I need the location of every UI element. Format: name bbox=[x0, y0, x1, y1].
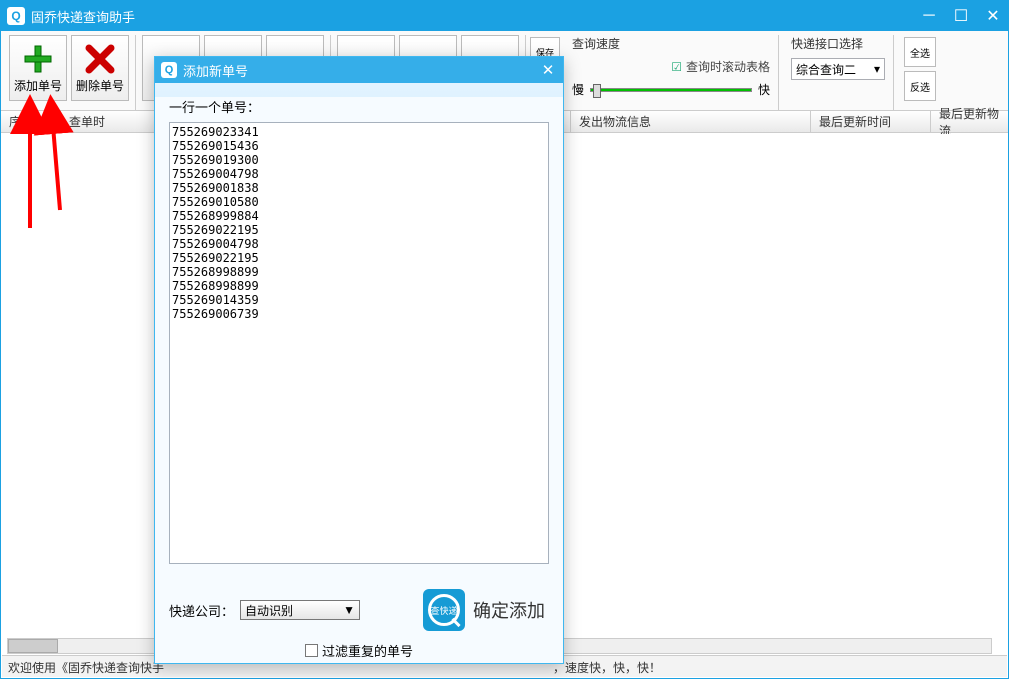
dialog-close-button[interactable]: ✕ bbox=[539, 61, 557, 79]
status-right: ，速度快，快，快！ bbox=[553, 659, 661, 674]
close-button[interactable]: ✕ bbox=[984, 7, 1002, 25]
titlebar: Q 固乔快递查询助手 ─ ☐ ✕ bbox=[1, 1, 1008, 31]
x-icon bbox=[84, 43, 116, 75]
confirm-add-button[interactable]: 查快递 确定添加 bbox=[419, 587, 549, 633]
col-seq[interactable]: 序号 bbox=[1, 111, 61, 132]
col-logistics[interactable]: 发出物流信息 bbox=[571, 111, 811, 132]
interface-select[interactable]: 综合查询二 ▾ bbox=[791, 58, 885, 80]
add-number-label: 添加单号 bbox=[14, 77, 62, 94]
dialog-titlebar: Q 添加新单号 ✕ bbox=[155, 57, 563, 83]
select-all-button[interactable]: 全选 bbox=[904, 37, 936, 67]
maximize-button[interactable]: ☐ bbox=[952, 7, 970, 25]
confirm-label: 确定添加 bbox=[473, 597, 545, 623]
speed-slider[interactable] bbox=[590, 88, 752, 92]
app-logo-icon: Q bbox=[7, 7, 25, 25]
scrollbar-thumb[interactable] bbox=[8, 639, 58, 653]
slider-thumb[interactable] bbox=[593, 84, 601, 98]
filter-dup-label[interactable]: 过滤重复的单号 bbox=[322, 641, 413, 660]
company-label: 快递公司： bbox=[169, 601, 234, 620]
scroll-check-label[interactable]: 查询时滚动表格 bbox=[686, 58, 770, 75]
col-last-logi[interactable]: 最后更新物流 bbox=[931, 111, 1008, 132]
search-express-icon: 查快递 bbox=[423, 589, 465, 631]
window-title: 固乔快递查询助手 bbox=[31, 7, 920, 26]
chevron-down-icon: ▾ bbox=[874, 62, 880, 76]
status-left: 欢迎使用《固乔快递查询快手 bbox=[8, 659, 164, 674]
delete-number-button[interactable]: 删除单号 bbox=[71, 35, 129, 101]
minimize-button[interactable]: ─ bbox=[920, 7, 938, 25]
fast-label: 快 bbox=[758, 81, 770, 98]
chevron-down-icon: ▼ bbox=[343, 603, 355, 617]
speed-label: 查询速度 bbox=[572, 35, 770, 52]
dialog-logo-icon: Q bbox=[161, 62, 177, 78]
textarea-label: 一行一个单号： bbox=[169, 97, 549, 116]
interface-value: 综合查询二 bbox=[796, 61, 856, 78]
interface-label: 快递接口选择 bbox=[791, 35, 885, 52]
col-last-update[interactable]: 最后更新时间 bbox=[811, 111, 931, 132]
filter-dup-checkbox[interactable] bbox=[305, 644, 318, 657]
slow-label: 慢 bbox=[572, 81, 584, 98]
plus-icon bbox=[22, 43, 54, 75]
add-number-dialog: Q 添加新单号 ✕ 一行一个单号： 快递公司： 自动识别 ▼ 查快递 确定添加 … bbox=[154, 56, 564, 664]
delete-number-label: 删除单号 bbox=[76, 77, 124, 94]
company-value: 自动识别 bbox=[245, 602, 293, 619]
add-number-button[interactable]: 添加单号 bbox=[9, 35, 67, 101]
tracking-numbers-textarea[interactable] bbox=[169, 122, 549, 564]
company-select[interactable]: 自动识别 ▼ bbox=[240, 600, 360, 620]
dialog-title: 添加新单号 bbox=[183, 61, 539, 80]
scroll-check-icon[interactable]: ☑ bbox=[671, 60, 682, 74]
invert-select-button[interactable]: 反选 bbox=[904, 71, 936, 101]
